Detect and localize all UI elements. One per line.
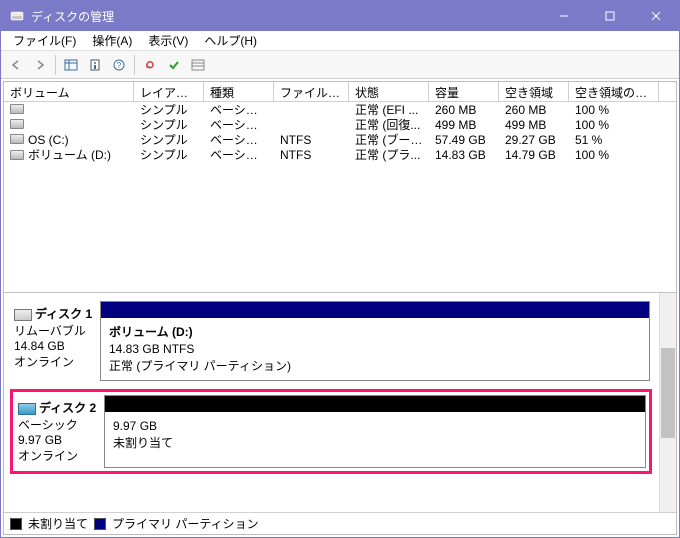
volume-row[interactable]: シンプルベーシック正常 (EFI ...260 MB260 MB100 % (4, 102, 676, 117)
settings-button[interactable] (187, 54, 209, 76)
volume-cell (4, 118, 134, 132)
volume-cell: 正常 (プラ... (349, 146, 429, 163)
volume-cell (4, 103, 134, 117)
volume-cell: 51 % (569, 133, 659, 147)
volume-cell: NTFS (274, 133, 349, 147)
menu-action[interactable]: 操作(A) (84, 30, 140, 51)
disk-block: ディスク 1リムーバブル14.84 GBオンラインボリューム (D:) 14.83… (12, 301, 650, 381)
disk-icon (14, 309, 32, 321)
partition-line2: 正常 (プライマリ パーティション) (109, 358, 641, 375)
content-area: ボリューム レイアウト 種類 ファイル システム 状態 容量 空き領域 空き領域… (3, 81, 677, 535)
disk-state: オンライン (14, 353, 98, 370)
volume-list-header: ボリューム レイアウト 種類 ファイル システム 状態 容量 空き領域 空き領域… (4, 82, 676, 102)
partition-title: ボリューム (D:) (109, 325, 193, 339)
volume-cell: 29.27 GB (499, 133, 569, 147)
col-layout[interactable]: レイアウト (134, 82, 204, 101)
col-capacity[interactable]: 容量 (429, 82, 499, 101)
volume-row[interactable]: ボリューム (D:)シンプルベーシックNTFS正常 (プラ...14.83 GB… (4, 147, 676, 162)
minimize-button[interactable] (541, 1, 587, 31)
volume-cell: 100 % (569, 148, 659, 162)
disk-partition[interactable]: 9.97 GB未割り当て (104, 395, 646, 468)
volume-cell: 14.83 GB (429, 148, 499, 162)
svg-text:?: ? (117, 61, 122, 70)
menu-view[interactable]: 表示(V) (140, 30, 196, 51)
legend-primary-swatch (94, 518, 106, 530)
volume-cell: OS (C:) (4, 133, 134, 147)
toolbar: ? (1, 51, 679, 79)
disk-name: ディスク 1 (35, 307, 92, 321)
volume-cell: 260 MB (499, 103, 569, 117)
partition-line2: 未割り当て (113, 435, 637, 452)
volume-cell: 100 % (569, 118, 659, 132)
volume-list-pane: ボリューム レイアウト 種類 ファイル システム 状態 容量 空き領域 空き領域… (4, 82, 676, 293)
col-volume[interactable]: ボリューム (4, 82, 134, 101)
drive-icon (10, 150, 24, 160)
volume-cell: 260 MB (429, 103, 499, 117)
partition-color-bar (105, 396, 645, 412)
col-type[interactable]: 種類 (204, 82, 274, 101)
disk-management-icon (9, 8, 25, 24)
drive-icon (10, 104, 24, 114)
legend: 未割り当て プライマリ パーティション (4, 512, 676, 534)
disk-kind: ベーシック (18, 416, 102, 433)
partition-body: 9.97 GB未割り当て (105, 412, 645, 458)
maximize-button[interactable] (587, 1, 633, 31)
volume-list-empty-space[interactable] (4, 162, 676, 292)
refresh-button[interactable] (139, 54, 161, 76)
col-free-pct[interactable]: 空き領域の割... (569, 82, 659, 101)
close-button[interactable] (633, 1, 679, 31)
partition-line1: 14.83 GB NTFS (109, 341, 641, 358)
back-button[interactable] (5, 54, 27, 76)
disk-block: ディスク 2ベーシック9.97 GBオンライン9.97 GB未割り当て (16, 395, 646, 468)
drive-icon (10, 119, 24, 129)
toolbar-separator (55, 55, 56, 75)
titlebar: ディスクの管理 (1, 1, 679, 31)
volume-cell: 100 % (569, 103, 659, 117)
partition-line1: 9.97 GB (113, 418, 637, 435)
properties-button[interactable] (84, 54, 106, 76)
volume-cell: 14.79 GB (499, 148, 569, 162)
volume-row[interactable]: シンプルベーシック正常 (回復...499 MB499 MB100 % (4, 117, 676, 132)
volume-list-rows: シンプルベーシック正常 (EFI ...260 MB260 MB100 %シンプ… (4, 102, 676, 162)
disk-name: ディスク 2 (39, 401, 96, 415)
highlighted-disk-wrapper: ディスク 2ベーシック9.97 GBオンライン9.97 GB未割り当て (10, 389, 652, 474)
col-status[interactable]: 状態 (349, 82, 429, 101)
window-title: ディスクの管理 (31, 8, 541, 25)
volume-cell: ベーシック (204, 146, 274, 163)
volume-cell: 499 MB (429, 118, 499, 132)
help-button[interactable]: ? (108, 54, 130, 76)
volume-row[interactable]: OS (C:)シンプルベーシックNTFS正常 (ブート...57.49 GB29… (4, 132, 676, 147)
forward-button[interactable] (29, 54, 51, 76)
volume-cell: 57.49 GB (429, 133, 499, 147)
disk-graphical-pane: ディスク 1リムーバブル14.84 GBオンラインボリューム (D:)14.83… (4, 293, 676, 512)
toolbar-separator (134, 55, 135, 75)
scrollbar-thumb[interactable] (661, 348, 675, 438)
disk-icon (18, 403, 36, 415)
legend-unallocated-swatch (10, 518, 22, 530)
disk-info[interactable]: ディスク 2ベーシック9.97 GBオンライン (16, 395, 104, 468)
disk-kind: リムーバブル (14, 322, 98, 339)
drive-icon (10, 134, 24, 144)
menubar: ファイル(F) 操作(A) 表示(V) ヘルプ(H) (1, 31, 679, 51)
menu-file[interactable]: ファイル(F) (5, 30, 84, 51)
apply-button[interactable] (163, 54, 185, 76)
col-filesystem[interactable]: ファイル システム (274, 82, 349, 101)
disk-info[interactable]: ディスク 1リムーバブル14.84 GBオンライン (12, 301, 100, 381)
volume-cell: NTFS (274, 148, 349, 162)
col-free[interactable]: 空き領域 (499, 82, 569, 101)
partition-color-bar (101, 302, 649, 318)
partition-body: ボリューム (D:) 14.83 GB NTFS正常 (プライマリ パーティション… (101, 318, 649, 380)
volume-cell: 499 MB (499, 118, 569, 132)
view-list-button[interactable] (60, 54, 82, 76)
legend-primary-label: プライマリ パーティション (112, 515, 259, 532)
disk-pane-scrollbar[interactable] (659, 293, 676, 512)
volume-cell: シンプル (134, 146, 204, 163)
legend-unallocated-label: 未割り当て (28, 515, 88, 532)
disk-state: オンライン (18, 447, 102, 464)
disk-size: 9.97 GB (18, 433, 102, 447)
disk-partition[interactable]: ボリューム (D:) 14.83 GB NTFS正常 (プライマリ パーティション… (100, 301, 650, 381)
volume-cell: ボリューム (D:) (4, 146, 134, 163)
disk-size: 14.84 GB (14, 339, 98, 353)
menu-help[interactable]: ヘルプ(H) (196, 30, 265, 51)
